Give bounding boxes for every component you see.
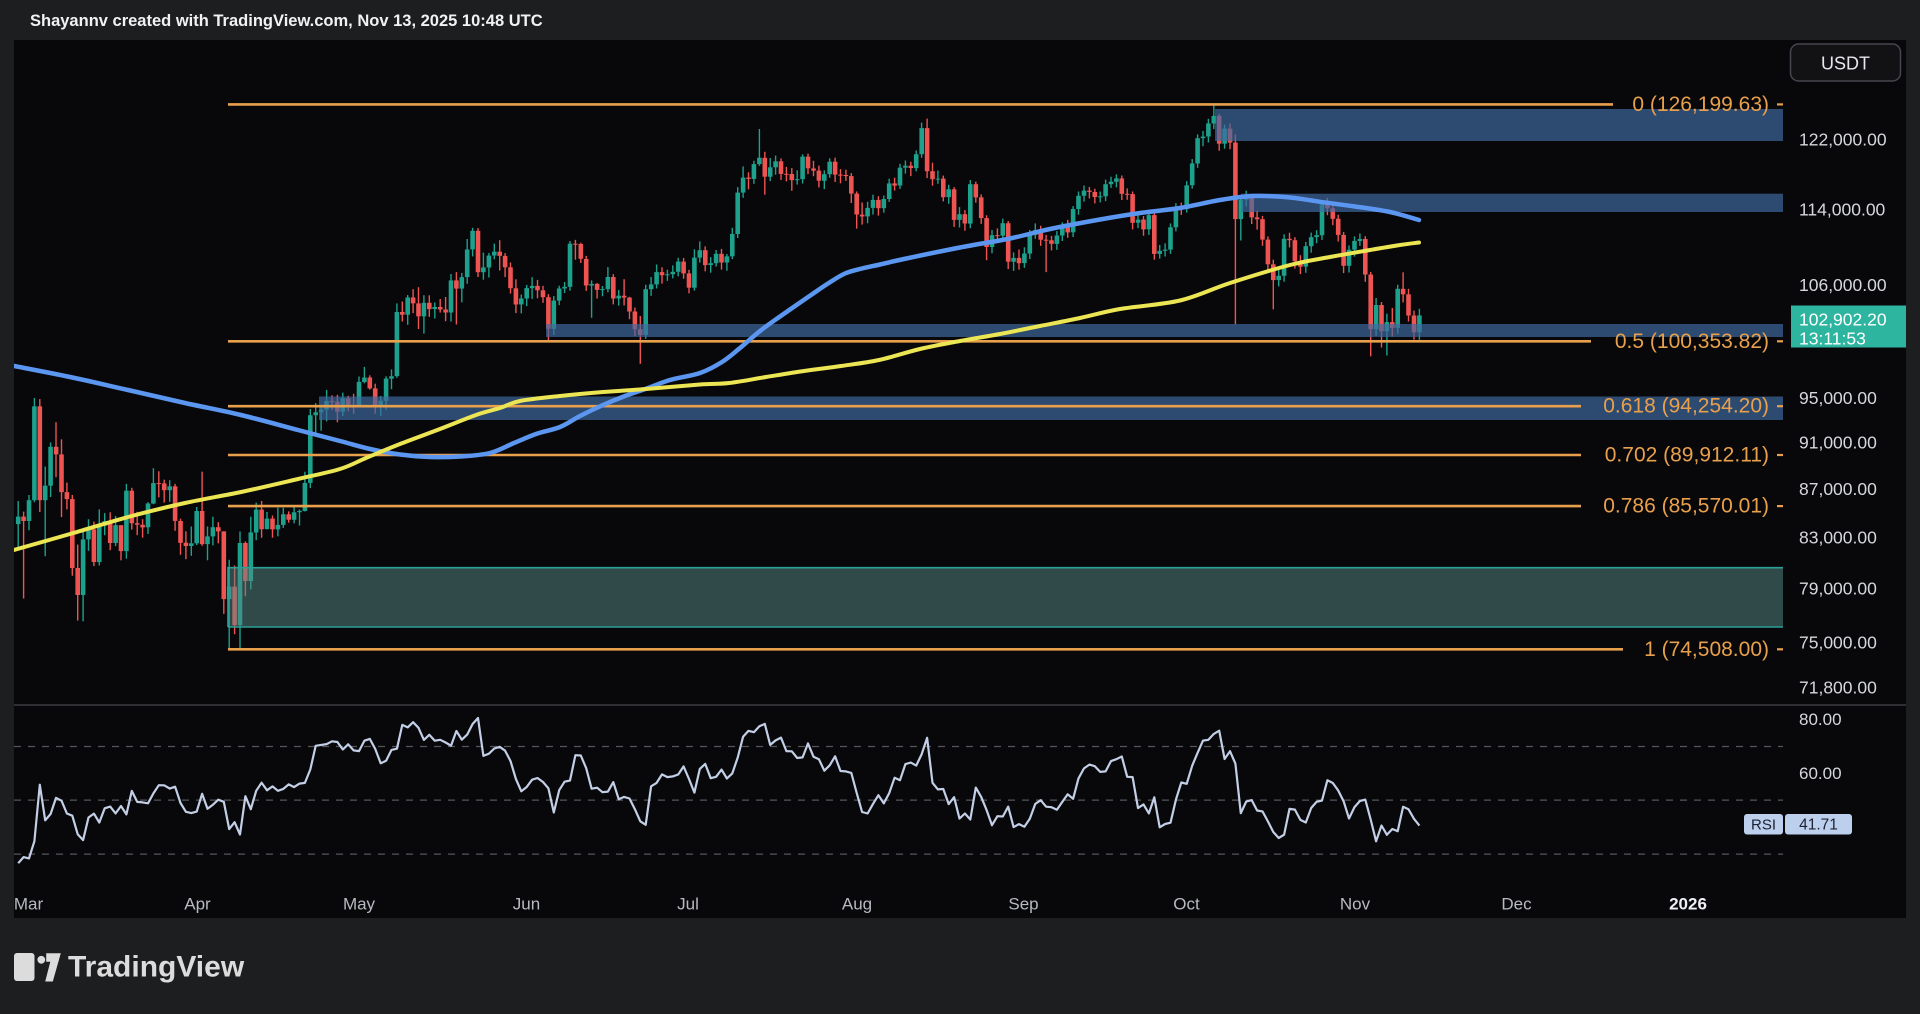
svg-text:Mar: Mar	[14, 895, 44, 914]
svg-text:60.00: 60.00	[1799, 764, 1842, 783]
svg-text:Oct: Oct	[1173, 895, 1200, 914]
svg-text:1 (74,508.00): 1 (74,508.00)	[1644, 638, 1769, 661]
svg-text:41.71: 41.71	[1799, 816, 1838, 833]
svg-text:87,000.00: 87,000.00	[1799, 479, 1877, 499]
svg-text:122,000.00: 122,000.00	[1799, 129, 1887, 149]
svg-text:Aug: Aug	[842, 895, 872, 914]
svg-text:79,000.00: 79,000.00	[1799, 579, 1877, 599]
svg-text:114,000.00: 114,000.00	[1799, 200, 1886, 220]
svg-text:Jul: Jul	[677, 895, 699, 914]
svg-text:13:11:53: 13:11:53	[1799, 329, 1866, 349]
svg-text:TradingView: TradingView	[68, 951, 245, 984]
svg-text:RSI: RSI	[1751, 816, 1776, 833]
svg-text:75,000.00: 75,000.00	[1799, 633, 1877, 653]
svg-text:91,000.00: 91,000.00	[1799, 433, 1877, 453]
svg-text:102,902.20: 102,902.20	[1799, 310, 1887, 330]
svg-text:80.00: 80.00	[1799, 710, 1842, 729]
svg-text:0.702 (89,912.11): 0.702 (89,912.11)	[1605, 444, 1769, 467]
svg-text:Sep: Sep	[1008, 895, 1038, 914]
svg-text:Dec: Dec	[1501, 895, 1532, 914]
svg-text:USDT: USDT	[1821, 54, 1870, 74]
svg-text:Shayannv created with TradingV: Shayannv created with TradingView.com, N…	[30, 12, 543, 30]
svg-text:May: May	[343, 895, 376, 914]
svg-text:0.5 (100,353.82): 0.5 (100,353.82)	[1615, 330, 1769, 353]
svg-text:Apr: Apr	[184, 895, 211, 914]
svg-text:106,000.00: 106,000.00	[1799, 275, 1887, 295]
svg-text:2026: 2026	[1669, 895, 1707, 914]
svg-text:Jun: Jun	[513, 895, 540, 914]
svg-text:95,000.00: 95,000.00	[1799, 388, 1877, 408]
svg-text:0.618 (94,254.20): 0.618 (94,254.20)	[1603, 395, 1769, 418]
svg-text:Nov: Nov	[1340, 895, 1371, 914]
svg-text:71,800.00: 71,800.00	[1799, 678, 1877, 698]
svg-text:0.786 (85,570.01): 0.786 (85,570.01)	[1603, 495, 1769, 518]
svg-text:0 (126,199.63): 0 (126,199.63)	[1632, 93, 1769, 116]
svg-text:83,000.00: 83,000.00	[1799, 528, 1877, 548]
